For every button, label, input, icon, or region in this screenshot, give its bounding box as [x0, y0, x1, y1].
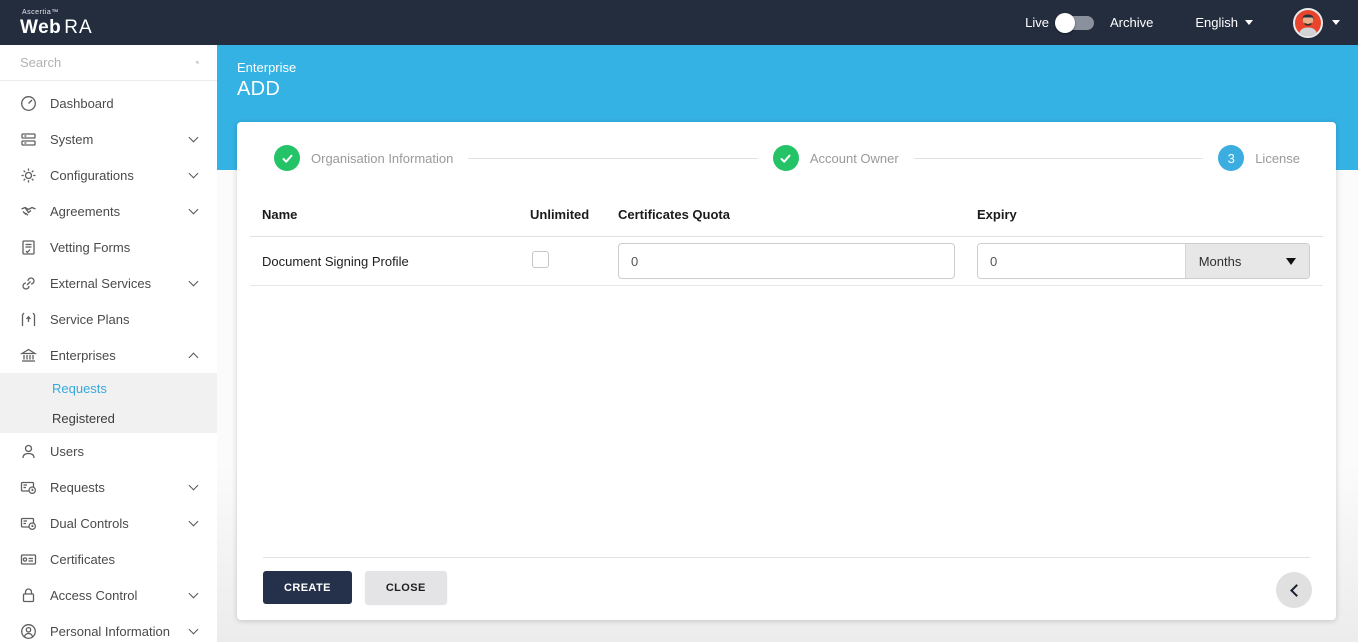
- chevron-down-icon: [188, 624, 199, 635]
- sidebar-search: [0, 45, 217, 81]
- person-circle-icon: [20, 623, 37, 640]
- chevron-down-icon: [188, 204, 199, 215]
- certificates-quota-input[interactable]: [618, 243, 955, 279]
- step-license[interactable]: 3 License: [1218, 145, 1300, 171]
- step-number-badge: 3: [1218, 145, 1245, 171]
- column-header-name: Name: [262, 207, 298, 222]
- user-icon: [20, 443, 37, 460]
- expiry-unit-value: Months: [1198, 253, 1242, 269]
- step-complete-check-icon: [772, 145, 799, 171]
- chevron-down-icon: [1245, 20, 1253, 25]
- add-enterprise-card: Organisation Information Account Owner 3…: [237, 122, 1336, 620]
- app-logo[interactable]: Ascertia™ Web RA: [20, 9, 93, 37]
- live-label: Live: [1025, 15, 1049, 30]
- search-icon[interactable]: [196, 55, 199, 70]
- column-header-expiry: Expiry: [977, 207, 1017, 222]
- form-icon: [20, 239, 37, 256]
- chevron-down-icon: [1286, 257, 1296, 265]
- chevron-down-icon: [188, 480, 199, 491]
- step-organisation-information[interactable]: Organisation Information: [274, 145, 453, 171]
- sidebar-item-certificates[interactable]: Certificates: [0, 541, 217, 577]
- sidebar-item-users[interactable]: Users: [0, 433, 217, 469]
- live-archive-toggle[interactable]: [1055, 12, 1094, 33]
- breadcrumb: Enterprise: [237, 60, 297, 75]
- server-icon: [20, 131, 37, 148]
- page-header: Enterprise ADD: [237, 60, 296, 101]
- chevron-down-icon: [1332, 20, 1340, 25]
- sidebar-menu: Dashboard System Configurations Agreemen…: [0, 81, 217, 642]
- service-plan-icon: [20, 311, 37, 328]
- request-card-icon: [20, 479, 37, 496]
- sidebar-item-external-services[interactable]: External Services: [0, 265, 217, 301]
- sidebar-item-enterprises-requests[interactable]: Requests: [0, 373, 217, 403]
- top-navbar: Ascertia™ Web RA Live Archive English: [0, 0, 1358, 45]
- dual-controls-icon: [20, 515, 37, 532]
- sidebar-item-dashboard[interactable]: Dashboard: [0, 85, 217, 121]
- chevron-down-icon: [188, 168, 199, 179]
- column-header-unlimited: Unlimited: [530, 207, 590, 222]
- chevron-down-icon: [188, 276, 199, 287]
- sidebar-item-service-plans[interactable]: Service Plans: [0, 301, 217, 337]
- profile-name: Document Signing Profile: [262, 253, 409, 269]
- language-label: English: [1195, 15, 1238, 30]
- sidebar-item-dual-controls[interactable]: Dual Controls: [0, 505, 217, 541]
- unlimited-checkbox[interactable]: [532, 251, 549, 268]
- step-account-owner[interactable]: Account Owner: [772, 145, 899, 171]
- sidebar-item-access-control[interactable]: Access Control: [0, 577, 217, 613]
- user-menu[interactable]: [1293, 7, 1340, 38]
- step-label: Organisation Information: [311, 150, 454, 166]
- step-label: Account Owner: [809, 150, 899, 166]
- stepper-connector: [913, 157, 1204, 159]
- sidebar-item-system[interactable]: System: [0, 121, 217, 157]
- brand-ascertia-label: Ascertia™: [22, 8, 59, 16]
- avatar-person-icon: [1299, 14, 1317, 36]
- chevron-up-icon: [188, 352, 199, 362]
- step-complete-check-icon: [274, 145, 300, 171]
- gauge-icon: [20, 95, 37, 112]
- chevron-down-icon: [188, 132, 199, 143]
- sidebar-item-configurations[interactable]: Configurations: [0, 157, 217, 193]
- card-footer: CREATE CLOSE: [263, 557, 1310, 604]
- search-input[interactable]: [20, 55, 196, 70]
- avatar[interactable]: [1293, 7, 1323, 38]
- stepper-connector: [468, 157, 758, 159]
- sidebar-item-personal-information[interactable]: Personal Information: [0, 613, 217, 642]
- gear-icon: [20, 167, 37, 184]
- sidebar-item-enterprises-registered[interactable]: Registered: [0, 403, 217, 433]
- language-dropdown[interactable]: English: [1195, 15, 1253, 30]
- page-title: ADD: [237, 78, 281, 100]
- sidebar-item-agreements[interactable]: Agreements: [0, 193, 217, 229]
- chevron-down-icon: [188, 516, 199, 527]
- expiry-field-group: Months: [977, 243, 1310, 279]
- chevron-left-icon: [1289, 583, 1303, 597]
- license-table: Name Unlimited Certificates Quota Expiry…: [250, 193, 1323, 286]
- bank-icon: [20, 347, 37, 364]
- column-header-certificates-quota: Certificates Quota: [618, 207, 730, 222]
- archive-label: Archive: [1110, 15, 1154, 30]
- license-table-header: Name Unlimited Certificates Quota Expiry: [250, 193, 1323, 237]
- wizard-stepper: Organisation Information Account Owner 3…: [237, 122, 1336, 171]
- sidebar-item-enterprises[interactable]: Enterprises: [0, 337, 217, 373]
- create-button[interactable]: CREATE: [263, 571, 352, 604]
- handshake-icon: [20, 203, 37, 220]
- toggle-knob[interactable]: [1055, 12, 1075, 33]
- step-label: License: [1255, 150, 1301, 166]
- certificate-icon: [20, 551, 37, 568]
- close-button[interactable]: CLOSE: [364, 571, 447, 604]
- sidebar-item-requests[interactable]: Requests: [0, 469, 217, 505]
- expiry-unit-select[interactable]: Months: [1184, 244, 1309, 278]
- chevron-down-icon: [188, 588, 199, 599]
- lock-icon: [20, 587, 37, 604]
- sidebar: Dashboard System Configurations Agreemen…: [0, 45, 217, 642]
- brand-webra-label: Web RA: [20, 16, 93, 38]
- expiry-value-input[interactable]: [978, 244, 1185, 278]
- sidebar-item-vetting-forms[interactable]: Vetting Forms: [0, 229, 217, 265]
- link-icon: [20, 275, 37, 292]
- enterprises-submenu: Requests Registered: [0, 373, 217, 433]
- table-row: Document Signing Profile Months: [250, 237, 1323, 286]
- main-content: Enterprise ADD Organisation Information …: [217, 45, 1358, 642]
- previous-step-button[interactable]: [1276, 572, 1312, 608]
